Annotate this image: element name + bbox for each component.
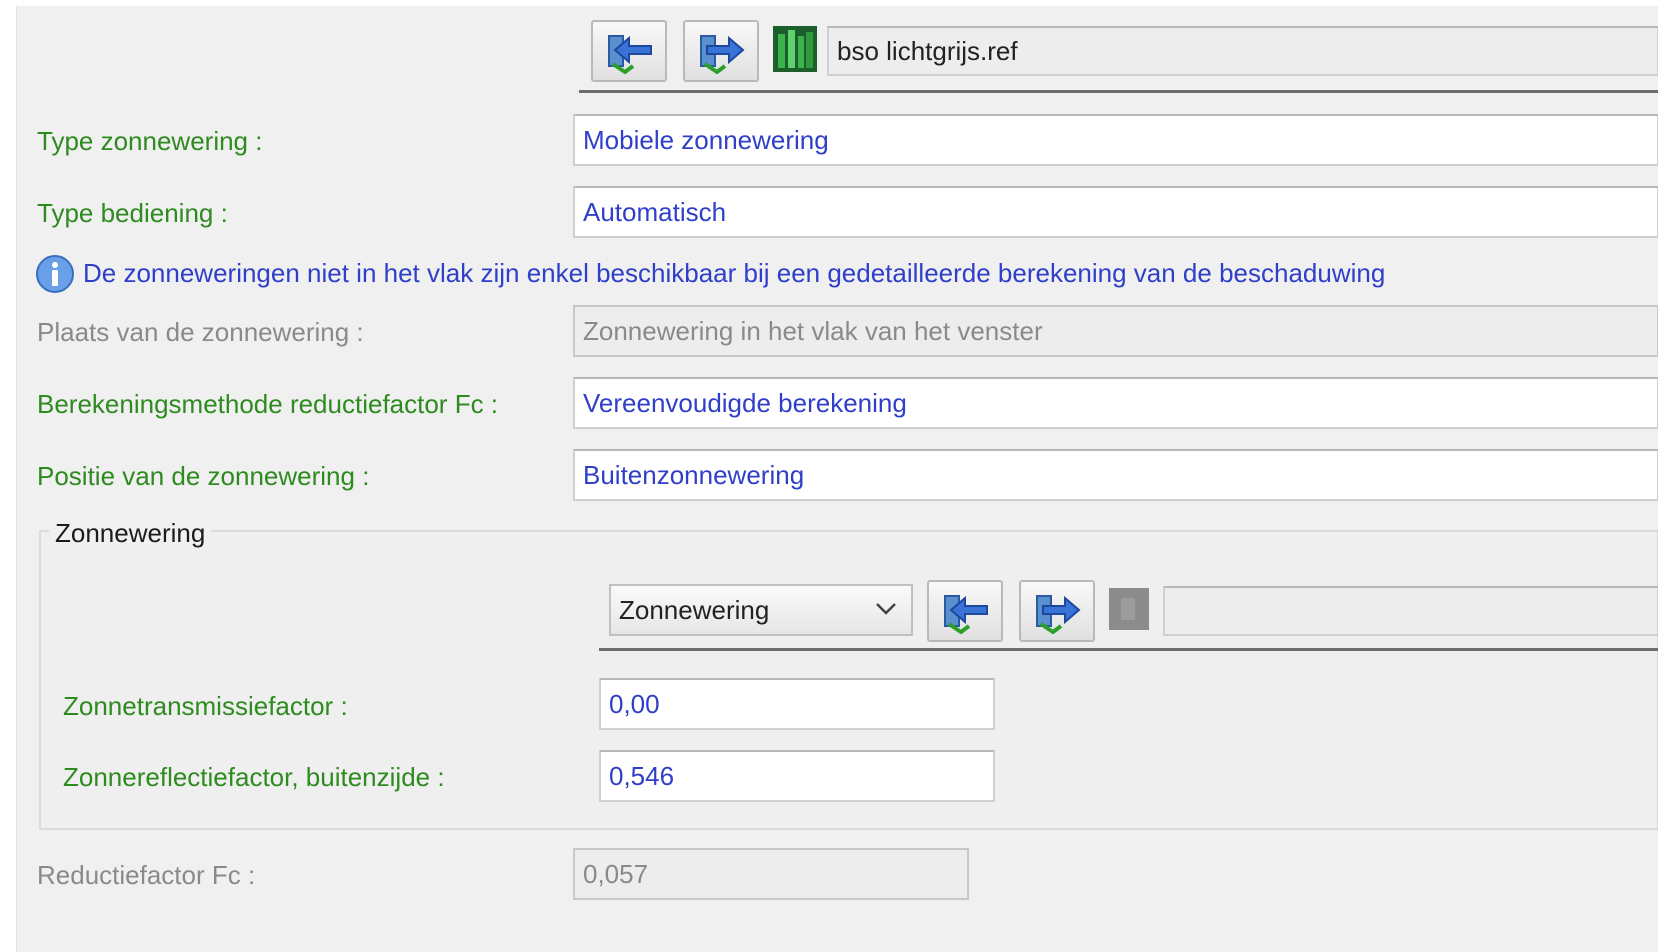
group-toolbar-divider: [599, 648, 1658, 651]
library-books-icon[interactable]: [773, 26, 817, 72]
positie-select[interactable]: Buitenzonnewering: [573, 449, 1658, 501]
reductiefactor-output: 0,057: [573, 848, 969, 900]
export-button[interactable]: [683, 20, 759, 82]
transmissie-label: Zonnetransmissiefactor :: [63, 691, 348, 721]
zonnewering-combo-value: Zonnewering: [619, 595, 770, 625]
groupbox-title: Zonnewering: [49, 518, 212, 548]
group-export-button[interactable]: [1019, 580, 1095, 642]
plaats-select: Zonnewering in het vlak van het venster: [573, 305, 1658, 357]
form-panel: bso lichtgrijs.ref Type zonnewering : Mo…: [16, 6, 1658, 952]
positie-label: Positie van de zonnewering :: [37, 461, 370, 491]
group-import-button[interactable]: [927, 580, 1003, 642]
berekeningsmethode-select[interactable]: Vereenvoudigde berekening: [573, 377, 1658, 429]
plaats-label: Plaats van de zonnewering :: [37, 317, 364, 347]
import-arrow-left-icon: [608, 35, 652, 74]
reflectie-input[interactable]: 0,546: [599, 750, 995, 802]
type-bediening-label: Type bediening :: [37, 198, 228, 228]
export-arrow-right-icon: [700, 35, 745, 74]
export-arrow-right-icon: [1036, 595, 1081, 634]
info-message: De zonneweringen niet in het vlak zijn e…: [83, 258, 1386, 288]
chevron-down-icon: [876, 603, 896, 615]
library-disabled-icon: [1109, 588, 1149, 630]
info-icon: [36, 255, 74, 293]
ref-file-field[interactable]: bso lichtgrijs.ref: [827, 26, 1658, 76]
import-arrow-left-icon: [944, 595, 988, 634]
import-button[interactable]: [591, 20, 667, 82]
reflectie-label: Zonnereflectiefactor, buitenzijde :: [63, 762, 445, 792]
group-ref-file-field: [1163, 586, 1658, 636]
type-zonnewering-label: Type zonnewering :: [37, 126, 263, 156]
zonnewering-combo[interactable]: Zonnewering: [609, 584, 913, 636]
type-zonnewering-select[interactable]: Mobiele zonnewering: [573, 114, 1658, 166]
berekeningsmethode-label: Berekeningsmethode reductiefactor Fc :: [37, 389, 499, 419]
type-bediening-select[interactable]: Automatisch: [573, 186, 1658, 238]
reductiefactor-label: Reductiefactor Fc :: [37, 860, 256, 890]
toolbar-divider: [579, 90, 1658, 93]
transmissie-input[interactable]: 0,00: [599, 678, 995, 730]
